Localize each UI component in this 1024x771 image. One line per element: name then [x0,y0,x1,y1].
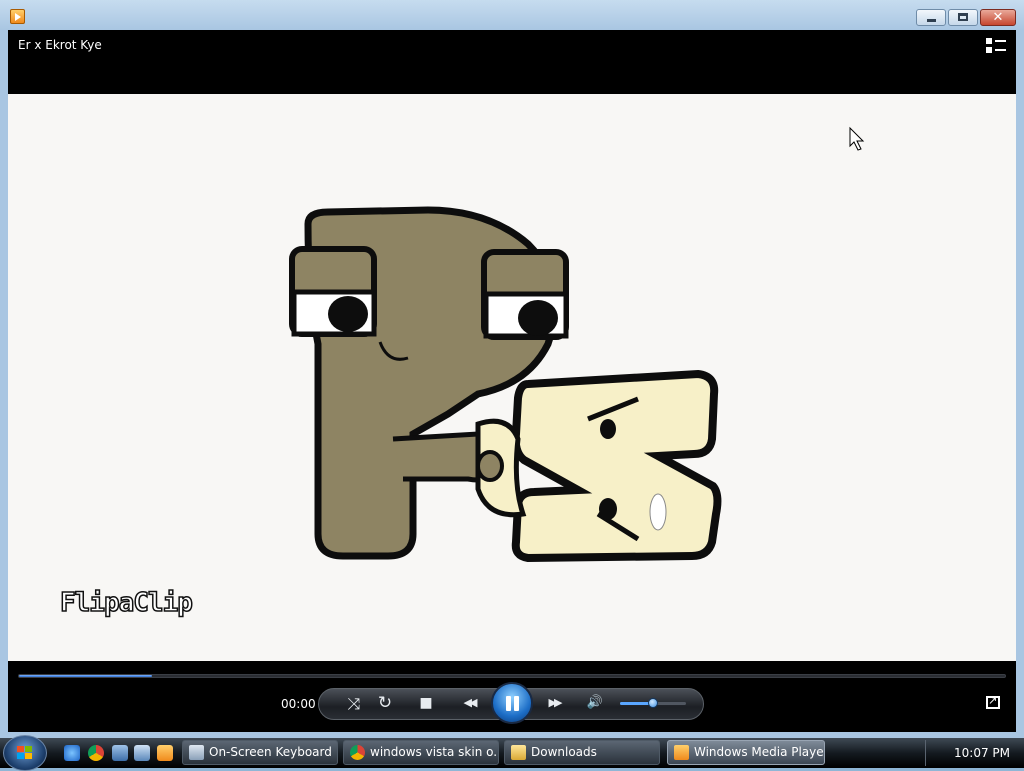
show-desktop-icon[interactable] [112,745,128,761]
next-button[interactable]: ▶▶ [538,694,570,712]
switch-windows-icon[interactable] [134,745,150,761]
switch-to-library-icon-part [995,40,1006,42]
switch-to-now-playing-icon[interactable] [986,694,1000,709]
seek-bar[interactable] [18,674,1006,678]
taskbar-button-label: Windows Media Player [694,745,825,759]
keyboard-icon [189,745,204,760]
flipaclip-watermark: FlipaClip [59,587,193,619]
pupil-right [518,300,558,336]
volume-slider-knob[interactable] [648,698,658,708]
chrome-icon [350,745,365,760]
taskbar-button-downloads[interactable]: Downloads [504,740,660,765]
title-bar[interactable]: ✕ [0,0,1024,30]
wmp-quicklaunch-icon[interactable] [157,745,173,761]
wmp-window: ✕ Er x Ekrot Kye FlipaClip 00:00 ⤨ ↻ ■ ◀… [0,0,1024,738]
repeat-button[interactable]: ↻ [375,694,395,712]
taskbar-button-label: Downloads [531,745,597,759]
elapsed-time: 00:00 [281,697,316,711]
taskbar: On-Screen Keyboard windows vista skin o.… [0,735,1024,771]
close-button[interactable]: ✕ [980,9,1016,26]
taskbar-button-label: On-Screen Keyboard [209,745,332,759]
stop-button[interactable]: ■ [416,694,436,712]
minimize-button[interactable] [916,9,946,26]
s-pupil-top [600,419,616,439]
video-frame[interactable]: FlipaClip [8,94,1016,661]
window-buttons: ✕ [916,9,1016,26]
maximize-icon [958,13,968,21]
tray-separator [925,740,926,766]
switch-to-library-icon-part [995,49,1006,51]
s-pupil-bottom [599,498,617,520]
clock[interactable]: 10:07 PM [954,746,1010,760]
pupil-left [328,296,368,332]
player-area: Er x Ekrot Kye FlipaClip 00:00 ⤨ ↻ ■ ◀◀ … [8,30,1016,732]
volume-slider[interactable] [620,698,686,708]
pause-button[interactable] [491,682,533,724]
taskbar-button-chrome[interactable]: windows vista skin o... [343,740,499,765]
mute-button[interactable]: 🔊 [585,694,605,712]
chrome-icon[interactable] [88,745,104,761]
taskbar-button-windows-media-player[interactable]: Windows Media Player [667,740,825,765]
character-s [511,369,722,563]
shuffle-button[interactable]: ⤨ [344,695,364,713]
close-icon: ✕ [992,10,1004,25]
media-title: Er x Ekrot Kye [18,38,102,52]
previous-button[interactable]: ◀◀ [453,694,485,712]
taskbar-button-on-screen-keyboard[interactable]: On-Screen Keyboard [182,740,338,765]
minimize-icon [927,19,936,22]
thumb [476,450,504,482]
ie-icon[interactable] [64,745,80,761]
transport-controls: 00:00 ⤨ ↻ ■ ◀◀ ▶▶ 🔊 [8,661,1016,732]
maximize-button[interactable] [948,9,978,26]
switch-to-library-icon-part [986,47,992,53]
video-content [289,126,865,563]
windows-flag-icon [17,746,33,760]
start-button[interactable] [3,735,47,771]
wmp-icon [674,745,689,760]
taskbar-button-label: windows vista skin o... [370,745,499,759]
seek-bar-progress [19,675,153,677]
s-highlight [649,493,667,531]
switch-to-library-button[interactable] [986,38,1006,54]
mouse-cursor-icon [849,126,865,151]
folder-icon [511,745,526,760]
wmp-icon[interactable] [10,9,25,24]
switch-to-library-icon [986,38,992,44]
